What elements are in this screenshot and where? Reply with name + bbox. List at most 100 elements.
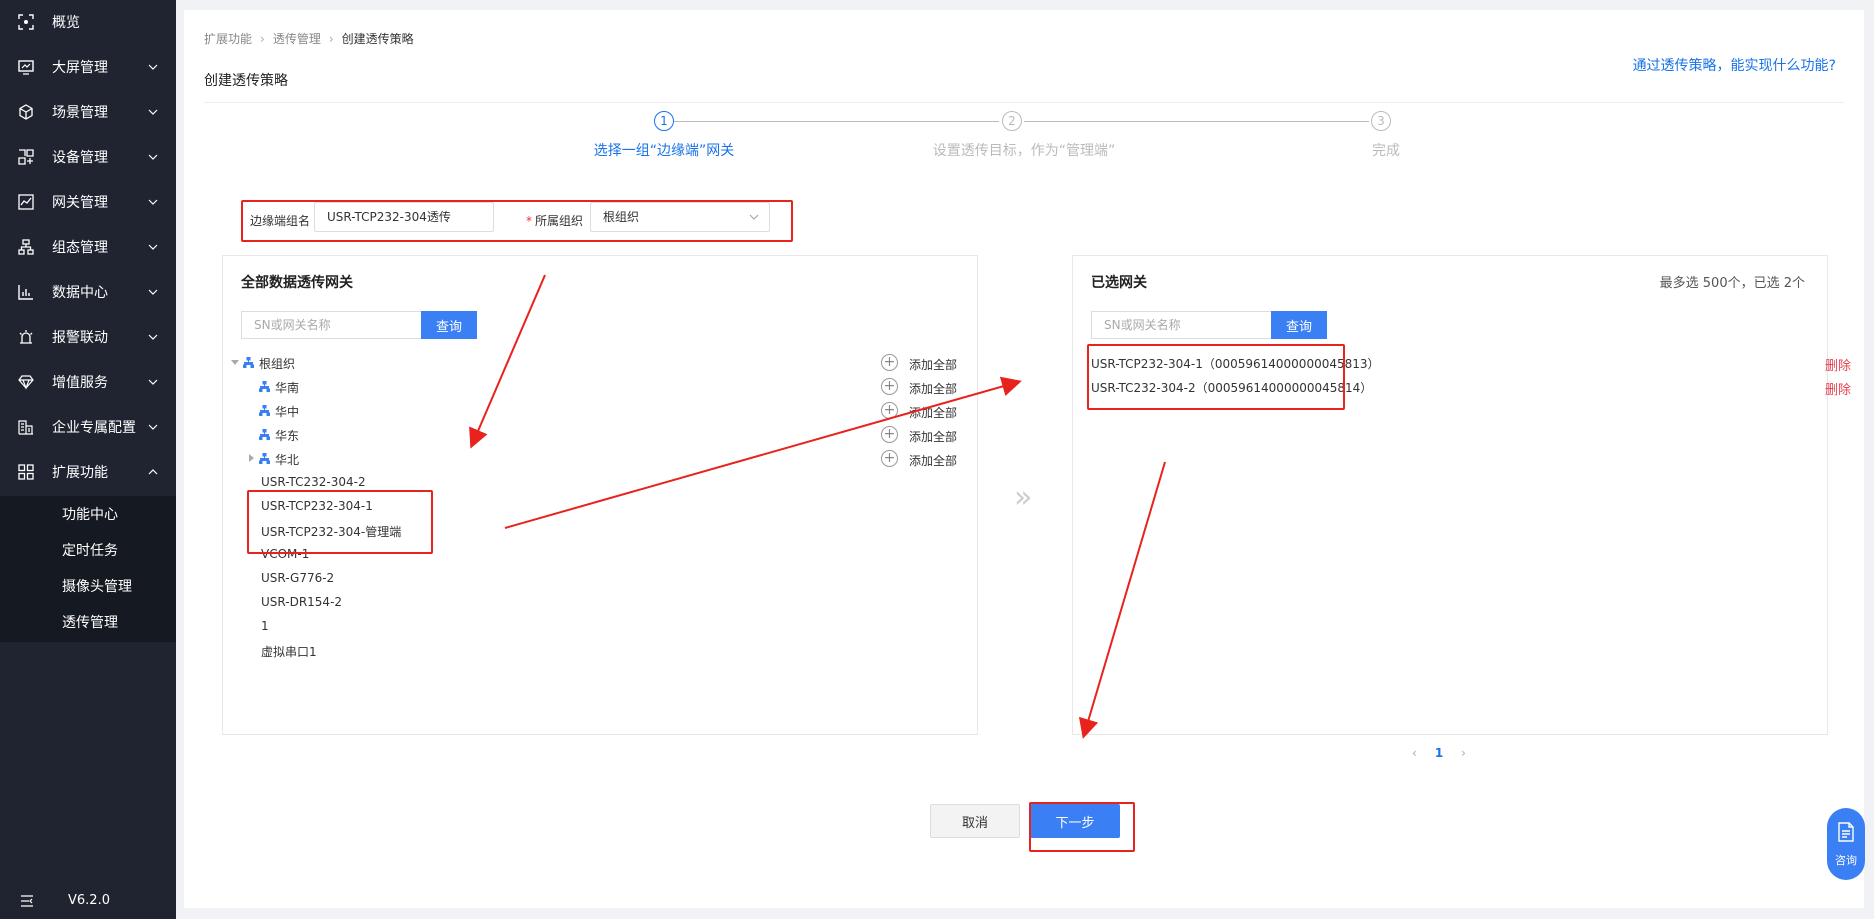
prev-page-icon[interactable]: ‹ bbox=[1412, 746, 1417, 760]
tree-node[interactable]: 华南 + 添加全部 bbox=[223, 375, 979, 399]
search-input[interactable]: SN或网关名称 bbox=[1091, 311, 1271, 339]
sidebar-item-data-center[interactable]: 数据中心 bbox=[0, 270, 176, 314]
version-bar: V6.2.0 bbox=[0, 890, 176, 914]
plus-icon: + bbox=[881, 426, 898, 443]
step-2-circle: 2 bbox=[1002, 111, 1022, 131]
chevron-down-icon bbox=[148, 334, 158, 340]
chevron-down-icon bbox=[148, 154, 158, 160]
chevron-down-icon bbox=[148, 379, 158, 385]
help-link[interactable]: 通过透传策略，能实现什么功能? bbox=[1633, 55, 1836, 75]
step-3-circle: 3 bbox=[1371, 111, 1391, 131]
tree-label: 根组织 bbox=[259, 357, 296, 371]
sidebar-item-label: 数据中心 bbox=[52, 285, 108, 301]
chevron-down-icon bbox=[148, 424, 158, 430]
chevron-down-icon bbox=[148, 244, 158, 250]
org-tree-icon bbox=[259, 429, 270, 440]
step-connector bbox=[1024, 121, 1369, 122]
gateway-item[interactable]: VCOM-1 bbox=[223, 543, 979, 567]
version-label: V6.2.0 bbox=[68, 893, 110, 908]
tree-label: 华中 bbox=[275, 405, 300, 419]
caret-down-icon[interactable] bbox=[231, 358, 239, 366]
search-button[interactable]: 查询 bbox=[1271, 311, 1327, 339]
collapse-menu-icon[interactable] bbox=[20, 894, 34, 912]
tree-node[interactable]: 华东 + 添加全部 bbox=[223, 423, 979, 447]
org-select[interactable]: 根组织 bbox=[590, 202, 770, 232]
next-button[interactable]: 下一步 bbox=[1030, 804, 1120, 838]
sidebar-item-label: 设备管理 bbox=[52, 150, 108, 166]
tree-label: 华南 bbox=[275, 381, 300, 395]
building-icon bbox=[18, 419, 34, 435]
sidebar-item-config[interactable]: 组态管理 bbox=[0, 225, 176, 269]
sidebar-item-value-added[interactable]: 增值服务 bbox=[0, 360, 176, 404]
tree-label: 华北 bbox=[275, 453, 300, 467]
group-name-label: 边缘端组名 bbox=[250, 214, 311, 228]
sidebar: 概览 大屏管理 场景管理 设备管理 网关管理 组态管理 数据中心 报警联动 增值… bbox=[0, 0, 176, 919]
gateway-item[interactable]: USR-TCP232-304-1 bbox=[223, 495, 979, 519]
alarm-icon bbox=[18, 329, 34, 345]
panel-title: 全部数据透传网关 bbox=[241, 275, 353, 291]
gateway-item[interactable]: 虚拟串口1 bbox=[223, 639, 979, 663]
sidebar-item-alarm[interactable]: 报警联动 bbox=[0, 315, 176, 359]
hierarchy-icon bbox=[18, 239, 34, 255]
selected-gateway-row: USR-TCP232-304-1（00059614000000045813） 删… bbox=[1091, 351, 1851, 375]
diamond-icon bbox=[18, 374, 34, 390]
double-chevron-right-icon: » bbox=[1014, 480, 1033, 515]
tree-node[interactable]: 华中 + 添加全部 bbox=[223, 399, 979, 423]
sidebar-item-gateway[interactable]: 网关管理 bbox=[0, 180, 176, 224]
sidebar-item-label: 扩展功能 bbox=[52, 465, 108, 481]
sub-item-passthrough[interactable]: 透传管理 bbox=[0, 604, 176, 640]
gateway-item[interactable]: USR-DR154-2 bbox=[223, 591, 979, 615]
org-tree-icon bbox=[259, 381, 270, 392]
steps: 1 2 3 选择一组“边缘端”网关 设置透传目标，作为“管理端” 完成 bbox=[184, 110, 1864, 170]
sidebar-item-extensions[interactable]: 扩展功能 bbox=[0, 450, 176, 494]
sidebar-item-label: 概览 bbox=[52, 15, 80, 31]
plus-icon: + bbox=[881, 354, 898, 371]
add-all-button[interactable]: + 添加全部 bbox=[881, 377, 981, 397]
page-number[interactable]: 1 bbox=[1435, 746, 1443, 760]
chevron-up-icon bbox=[148, 469, 158, 475]
sidebar-item-scene[interactable]: 场景管理 bbox=[0, 90, 176, 134]
chevron-down-icon bbox=[148, 109, 158, 115]
sidebar-item-enterprise[interactable]: 企业专属配置 bbox=[0, 405, 176, 449]
group-name-input[interactable]: USR-TCP232-304透传 bbox=[314, 202, 494, 232]
search-input[interactable]: SN或网关名称 bbox=[241, 311, 421, 339]
search-button[interactable]: 查询 bbox=[421, 311, 477, 339]
sidebar-item-screen[interactable]: 大屏管理 bbox=[0, 45, 176, 89]
delete-button[interactable]: 删除 bbox=[1825, 379, 1851, 398]
sidebar-item-label: 大屏管理 bbox=[52, 60, 108, 76]
sidebar-item-label: 场景管理 bbox=[52, 105, 108, 121]
breadcrumb-separator-icon: › bbox=[260, 31, 265, 46]
all-gateways-panel: 全部数据透传网关 SN或网关名称 查询 根组织 + 添加全部 华南 + 添加全部 华… bbox=[222, 255, 978, 735]
sidebar-item-label: 企业专属配置 bbox=[52, 420, 136, 436]
step-1-circle: 1 bbox=[654, 111, 674, 131]
gateway-item[interactable]: 1 bbox=[223, 615, 979, 639]
tree-label: 华东 bbox=[275, 429, 300, 443]
add-all-button[interactable]: + 添加全部 bbox=[881, 425, 981, 445]
breadcrumb-item[interactable]: 透传管理 bbox=[273, 30, 321, 47]
gateway-item[interactable]: USR-G776-2 bbox=[223, 567, 979, 591]
selected-gateway-label: USR-TC232-304-2（00059614000000045814） bbox=[1091, 381, 1373, 395]
sub-item-camera[interactable]: 摄像头管理 bbox=[0, 568, 176, 604]
delete-button[interactable]: 删除 bbox=[1825, 355, 1851, 374]
chevron-down-icon bbox=[148, 289, 158, 295]
document-icon bbox=[1838, 822, 1854, 842]
add-all-button[interactable]: + 添加全部 bbox=[881, 401, 981, 421]
bar-chart-icon bbox=[18, 284, 34, 300]
extensions-submenu: 功能中心 定时任务 摄像头管理 透传管理 bbox=[0, 496, 176, 642]
sidebar-item-overview[interactable]: 概览 bbox=[0, 0, 176, 44]
sub-item-function-center[interactable]: 功能中心 bbox=[0, 496, 176, 532]
tree-node[interactable]: 华北 + 添加全部 bbox=[223, 447, 979, 471]
caret-right-icon[interactable] bbox=[247, 454, 255, 462]
add-all-button[interactable]: + 添加全部 bbox=[881, 353, 981, 373]
tree-node-root[interactable]: 根组织 + 添加全部 bbox=[223, 351, 979, 375]
gateway-item[interactable]: USR-TC232-304-2 bbox=[223, 471, 979, 495]
sub-item-scheduled-tasks[interactable]: 定时任务 bbox=[0, 532, 176, 568]
add-all-button[interactable]: + 添加全部 bbox=[881, 449, 981, 469]
gateway-item[interactable]: USR-TCP232-304-管理端 bbox=[223, 519, 979, 543]
next-page-icon[interactable]: › bbox=[1461, 746, 1466, 760]
breadcrumb-item[interactable]: 扩展功能 bbox=[204, 30, 252, 47]
cancel-button[interactable]: 取消 bbox=[930, 804, 1020, 838]
sidebar-item-device[interactable]: 设备管理 bbox=[0, 135, 176, 179]
consult-button[interactable]: 咨询 bbox=[1827, 808, 1865, 880]
selected-gateways-panel: 已选网关 最多选 500个，已选 2个 SN或网关名称 查询 USR-TCP23… bbox=[1072, 255, 1851, 735]
